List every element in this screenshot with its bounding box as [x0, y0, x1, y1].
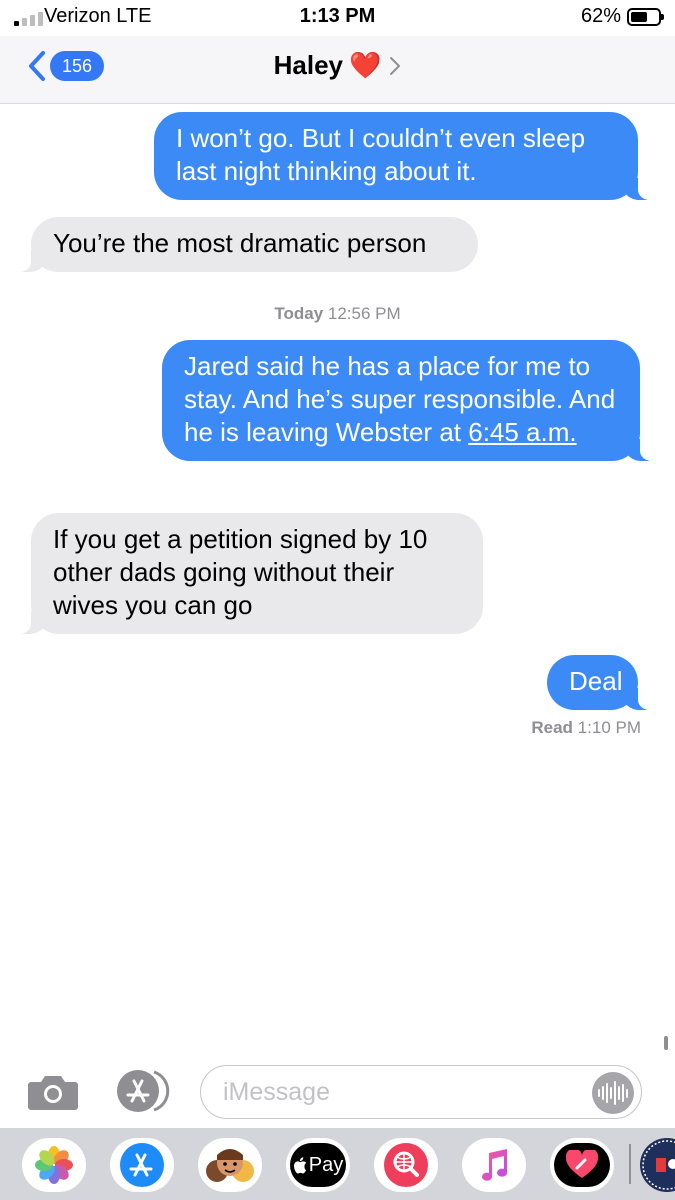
audio-message-button[interactable]	[592, 1072, 634, 1114]
app-drawer: Pay	[0, 1128, 675, 1200]
conversation-header: 156 Haley ❤️	[0, 36, 675, 104]
seal-icon	[642, 1140, 675, 1190]
apple-pay-app-icon[interactable]: Pay	[286, 1138, 350, 1192]
message-text: Deal	[569, 666, 623, 696]
message-bubble-sent[interactable]: Jared said he has a place for me to stay…	[162, 340, 664, 461]
message-bubble-sent[interactable]: Deal	[547, 655, 662, 710]
heart-touch-icon	[565, 1150, 599, 1178]
read-receipt: Read 1:10 PM	[531, 718, 641, 738]
message-bubble-received[interactable]: If you get a petition signed by 10 other…	[7, 513, 483, 634]
music-app-icon[interactable]	[462, 1138, 526, 1192]
audio-waveform-icon	[598, 1089, 600, 1097]
apple-pay-label: Pay	[308, 1153, 344, 1176]
status-time: 1:13 PM	[299, 5, 376, 27]
memoji-faces-icon	[206, 1149, 254, 1182]
contact-title-button[interactable]: Haley ❤️	[0, 50, 675, 81]
timestamp-time: 12:56 PM	[327, 304, 401, 323]
memoji-app-icon[interactable]	[198, 1138, 262, 1192]
camera-button[interactable]	[27, 1072, 79, 1117]
web-search-app-icon[interactable]	[374, 1138, 438, 1192]
read-time: 1:10 PM	[577, 718, 641, 737]
heart-emoji: ❤️	[349, 50, 382, 80]
photos-flower-icon	[35, 1146, 73, 1184]
chevron-right-icon	[390, 56, 401, 75]
app-store-icon	[117, 1070, 170, 1112]
time-link[interactable]: 6:45 a.m.	[468, 417, 576, 447]
music-note-icon	[482, 1149, 507, 1181]
status-bar: Verizon LTE 1:13 PM 62%	[0, 0, 675, 36]
digital-touch-app-icon[interactable]	[550, 1138, 614, 1192]
message-bubble-received[interactable]: You’re the most dramatic person	[7, 217, 478, 272]
photos-app-icon[interactable]	[22, 1138, 86, 1192]
camera-icon	[28, 1076, 78, 1110]
app-store-button[interactable]	[114, 1068, 170, 1112]
imessage-input[interactable]	[200, 1065, 642, 1119]
app-store-app-icon[interactable]	[110, 1138, 174, 1192]
read-label: Read	[531, 718, 573, 737]
globe-search-icon	[384, 1143, 428, 1187]
contact-name: Haley	[273, 50, 343, 80]
conversation-timestamp: Today 12:56 PM	[0, 304, 675, 324]
battery-percent: 62%	[580, 5, 621, 27]
message-text: I won’t go. But I couldn’t even sleep la…	[176, 123, 586, 186]
more-app-icon[interactable]	[640, 1138, 675, 1192]
apple-logo-icon	[293, 1156, 306, 1173]
message-text: If you get a petition signed by 10 other…	[53, 524, 428, 620]
app-store-logo-icon	[120, 1143, 164, 1187]
message-bubble-sent[interactable]: I won’t go. But I couldn’t even sleep la…	[154, 112, 662, 200]
drawer-separator	[629, 1144, 631, 1184]
timestamp-day: Today	[274, 304, 324, 323]
message-text: You’re the most dramatic person	[53, 228, 427, 258]
message-input-bar	[0, 1062, 675, 1122]
battery-icon	[627, 8, 664, 26]
scroll-indicator[interactable]	[664, 1036, 668, 1050]
